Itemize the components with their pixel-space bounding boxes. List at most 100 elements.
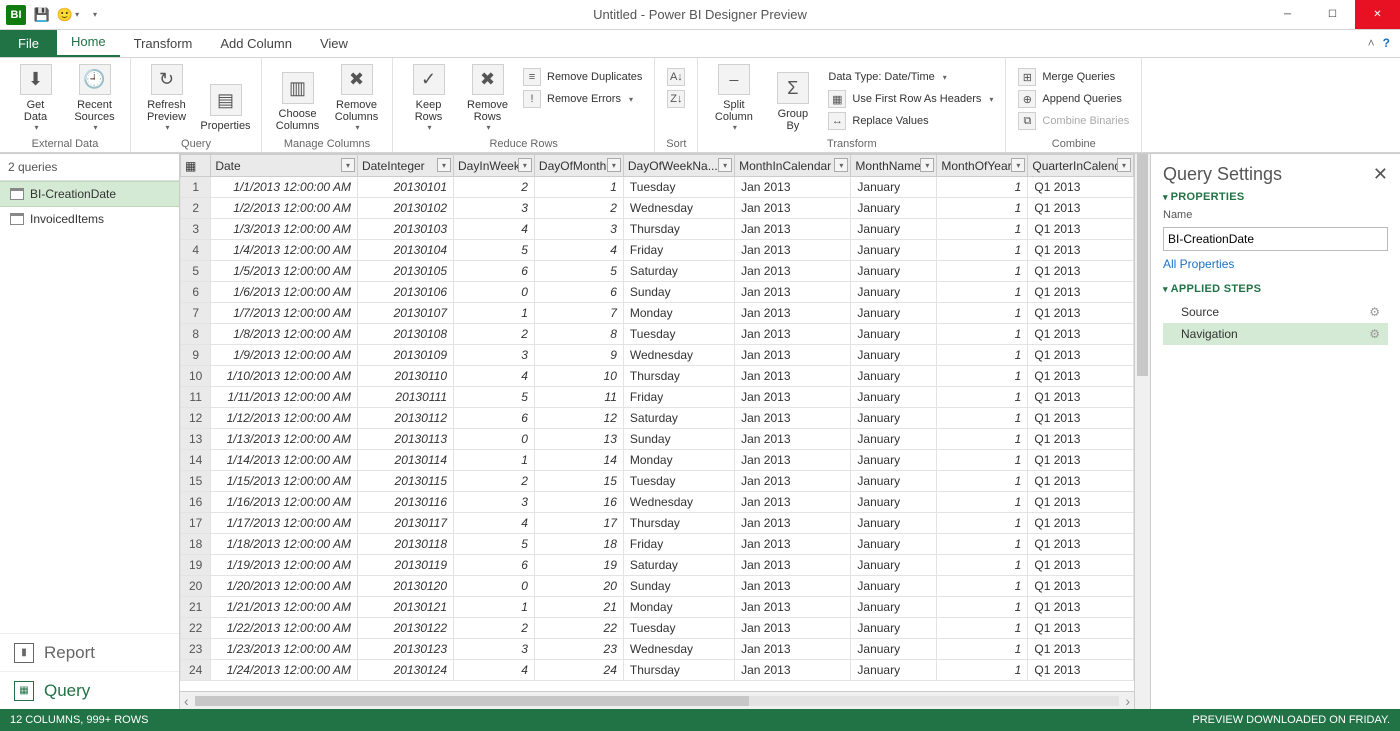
cell-DayOfWeekName[interactable]: Sunday bbox=[623, 282, 734, 303]
cell-DayInWeek[interactable]: 4 bbox=[454, 219, 535, 240]
cell-DayOfMonth[interactable]: 24 bbox=[534, 660, 623, 681]
table-row[interactable]: 31/3/2013 12:00:00 AM2013010343ThursdayJ… bbox=[181, 219, 1134, 240]
table-row[interactable]: 161/16/2013 12:00:00 AM20130116316Wednes… bbox=[181, 492, 1134, 513]
cell-DayInWeek[interactable]: 3 bbox=[454, 198, 535, 219]
cell-MonthInCalendar[interactable]: Jan 2013 bbox=[735, 534, 851, 555]
cell-DateInteger[interactable]: 20130106 bbox=[357, 282, 453, 303]
cell-MonthName[interactable]: January bbox=[851, 261, 937, 282]
cell-DayOfWeekName[interactable]: Tuesday bbox=[623, 177, 734, 198]
cell-Date[interactable]: 1/16/2013 12:00:00 AM bbox=[211, 492, 358, 513]
row-number[interactable]: 10 bbox=[181, 366, 211, 387]
cell-DayOfWeekName[interactable]: Monday bbox=[623, 597, 734, 618]
cell-DateInteger[interactable]: 20130116 bbox=[357, 492, 453, 513]
cell-DayOfWeekName[interactable]: Thursday bbox=[623, 513, 734, 534]
cell-QuarterInCalendar[interactable]: Q1 2013 bbox=[1028, 387, 1134, 408]
help-icon[interactable]: ? bbox=[1383, 36, 1390, 50]
cell-DayOfMonth[interactable]: 17 bbox=[534, 513, 623, 534]
cell-QuarterInCalendar[interactable]: Q1 2013 bbox=[1028, 660, 1134, 681]
horizontal-scrollbar[interactable]: ‹ › bbox=[180, 691, 1134, 709]
column-header-DateInteger[interactable]: DateInteger▾ bbox=[357, 155, 453, 177]
table-row[interactable]: 101/10/2013 12:00:00 AM20130110410Thursd… bbox=[181, 366, 1134, 387]
cell-DayOfWeekName[interactable]: Saturday bbox=[623, 408, 734, 429]
cell-DayOfMonth[interactable]: 20 bbox=[534, 576, 623, 597]
split-column-button[interactable]: ⎯Split Column▾ bbox=[706, 62, 761, 134]
cell-MonthOfYear[interactable]: 1 bbox=[937, 177, 1028, 198]
cell-MonthInCalendar[interactable]: Jan 2013 bbox=[735, 198, 851, 219]
cell-MonthInCalendar[interactable]: Jan 2013 bbox=[735, 408, 851, 429]
cell-MonthName[interactable]: January bbox=[851, 387, 937, 408]
cell-MonthInCalendar[interactable]: Jan 2013 bbox=[735, 429, 851, 450]
cell-DayOfMonth[interactable]: 18 bbox=[534, 534, 623, 555]
combine-binaries-button[interactable]: ⧉Combine Binaries bbox=[1014, 110, 1133, 132]
cell-MonthName[interactable]: January bbox=[851, 282, 937, 303]
cell-QuarterInCalendar[interactable]: Q1 2013 bbox=[1028, 492, 1134, 513]
cell-Date[interactable]: 1/14/2013 12:00:00 AM bbox=[211, 450, 358, 471]
cell-DayInWeek[interactable]: 4 bbox=[454, 660, 535, 681]
cell-DateInteger[interactable]: 20130110 bbox=[357, 366, 453, 387]
cell-MonthName[interactable]: January bbox=[851, 177, 937, 198]
cell-QuarterInCalendar[interactable]: Q1 2013 bbox=[1028, 471, 1134, 492]
cell-DayOfWeekName[interactable]: Sunday bbox=[623, 576, 734, 597]
row-number[interactable]: 18 bbox=[181, 534, 211, 555]
keep-rows-button[interactable]: ✓Keep Rows▾ bbox=[401, 62, 456, 134]
table-row[interactable]: 171/17/2013 12:00:00 AM20130117417Thursd… bbox=[181, 513, 1134, 534]
remove-duplicates-button[interactable]: ≡Remove Duplicates bbox=[519, 66, 646, 88]
smiley-icon[interactable]: 🙂▾ bbox=[58, 5, 78, 25]
cell-QuarterInCalendar[interactable]: Q1 2013 bbox=[1028, 240, 1134, 261]
cell-MonthInCalendar[interactable]: Jan 2013 bbox=[735, 303, 851, 324]
cell-MonthInCalendar[interactable]: Jan 2013 bbox=[735, 282, 851, 303]
row-number[interactable]: 16 bbox=[181, 492, 211, 513]
applied-step[interactable]: Navigation⚙ bbox=[1163, 323, 1388, 345]
cell-DayOfMonth[interactable]: 11 bbox=[534, 387, 623, 408]
cell-QuarterInCalendar[interactable]: Q1 2013 bbox=[1028, 198, 1134, 219]
cell-QuarterInCalendar[interactable]: Q1 2013 bbox=[1028, 429, 1134, 450]
cell-MonthInCalendar[interactable]: Jan 2013 bbox=[735, 450, 851, 471]
cell-MonthInCalendar[interactable]: Jan 2013 bbox=[735, 345, 851, 366]
row-number[interactable]: 14 bbox=[181, 450, 211, 471]
cell-QuarterInCalendar[interactable]: Q1 2013 bbox=[1028, 366, 1134, 387]
cell-MonthName[interactable]: January bbox=[851, 660, 937, 681]
filter-dropdown-icon[interactable]: ▾ bbox=[518, 158, 532, 172]
cell-DayOfMonth[interactable]: 4 bbox=[534, 240, 623, 261]
cell-DayOfMonth[interactable]: 3 bbox=[534, 219, 623, 240]
cell-DayOfMonth[interactable]: 6 bbox=[534, 282, 623, 303]
properties-button[interactable]: ▤Properties bbox=[198, 62, 253, 134]
cell-DateInteger[interactable]: 20130119 bbox=[357, 555, 453, 576]
cell-MonthName[interactable]: January bbox=[851, 303, 937, 324]
cell-MonthOfYear[interactable]: 1 bbox=[937, 324, 1028, 345]
row-number[interactable]: 15 bbox=[181, 471, 211, 492]
table-row[interactable]: 71/7/2013 12:00:00 AM2013010717MondayJan… bbox=[181, 303, 1134, 324]
cell-DayInWeek[interactable]: 0 bbox=[454, 282, 535, 303]
table-row[interactable]: 241/24/2013 12:00:00 AM20130124424Thursd… bbox=[181, 660, 1134, 681]
cell-DayOfMonth[interactable]: 23 bbox=[534, 639, 623, 660]
cell-DayOfWeekName[interactable]: Wednesday bbox=[623, 639, 734, 660]
column-header-DayOfWeekName[interactable]: DayOfWeekNa...▾ bbox=[623, 155, 734, 177]
query-item[interactable]: InvoicedItems bbox=[0, 207, 179, 231]
cell-Date[interactable]: 1/4/2013 12:00:00 AM bbox=[211, 240, 358, 261]
column-header-DayOfMonth[interactable]: DayOfMonth▾ bbox=[534, 155, 623, 177]
properties-section-label[interactable]: PROPERTIES bbox=[1163, 191, 1388, 203]
table-row[interactable]: 221/22/2013 12:00:00 AM20130122222Tuesda… bbox=[181, 618, 1134, 639]
cell-MonthName[interactable]: January bbox=[851, 618, 937, 639]
table-row[interactable]: 231/23/2013 12:00:00 AM20130123323Wednes… bbox=[181, 639, 1134, 660]
cell-MonthInCalendar[interactable]: Jan 2013 bbox=[735, 618, 851, 639]
cell-QuarterInCalendar[interactable]: Q1 2013 bbox=[1028, 597, 1134, 618]
cell-MonthInCalendar[interactable]: Jan 2013 bbox=[735, 471, 851, 492]
cell-DayOfMonth[interactable]: 15 bbox=[534, 471, 623, 492]
table-row[interactable]: 181/18/2013 12:00:00 AM20130118518Friday… bbox=[181, 534, 1134, 555]
merge-queries-button[interactable]: ⊞Merge Queries bbox=[1014, 66, 1133, 88]
cell-Date[interactable]: 1/13/2013 12:00:00 AM bbox=[211, 429, 358, 450]
cell-MonthOfYear[interactable]: 1 bbox=[937, 219, 1028, 240]
cell-DayOfWeekName[interactable]: Friday bbox=[623, 387, 734, 408]
cell-DayOfMonth[interactable]: 7 bbox=[534, 303, 623, 324]
cell-MonthInCalendar[interactable]: Jan 2013 bbox=[735, 387, 851, 408]
cell-MonthInCalendar[interactable]: Jan 2013 bbox=[735, 261, 851, 282]
table-row[interactable]: 121/12/2013 12:00:00 AM20130112612Saturd… bbox=[181, 408, 1134, 429]
cell-Date[interactable]: 1/6/2013 12:00:00 AM bbox=[211, 282, 358, 303]
collapse-ribbon-icon[interactable]: ˄ bbox=[1368, 36, 1375, 50]
cell-MonthInCalendar[interactable]: Jan 2013 bbox=[735, 513, 851, 534]
column-header-MonthOfYear[interactable]: MonthOfYear▾ bbox=[937, 155, 1028, 177]
cell-DayInWeek[interactable]: 6 bbox=[454, 261, 535, 282]
column-header-Date[interactable]: Date▾ bbox=[211, 155, 358, 177]
group-by-button[interactable]: ΣGroup By bbox=[765, 62, 820, 134]
